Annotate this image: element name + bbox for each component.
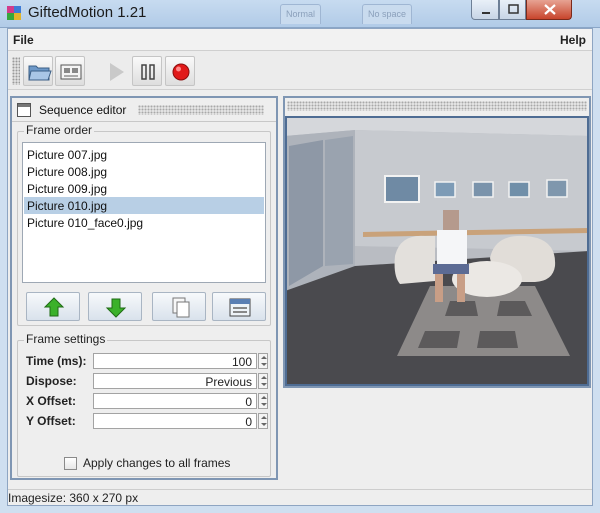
play-icon: [110, 63, 124, 81]
app-icon: [7, 6, 21, 20]
preview-panel: [283, 96, 591, 388]
dispose-input[interactable]: Previous: [93, 373, 257, 389]
frame-order-group: Frame order Picture 007.jpg Picture 008.…: [17, 123, 271, 326]
maximize-button[interactable]: [499, 0, 526, 20]
open-button[interactable]: [23, 56, 53, 86]
close-icon: [544, 4, 556, 15]
x-offset-label: X Offset:: [26, 394, 77, 408]
play-button[interactable]: [100, 56, 130, 86]
settings-icon: [60, 64, 82, 80]
move-up-icon: [43, 297, 65, 317]
group-title: Frame settings: [24, 332, 108, 346]
move-down-button[interactable]: [88, 292, 142, 321]
settings-button[interactable]: [55, 56, 85, 86]
panel-drag-grip[interactable]: [138, 105, 264, 115]
move-down-icon: [105, 298, 127, 318]
preview-drag-grip[interactable]: [287, 101, 587, 111]
menu-file[interactable]: File: [13, 33, 34, 47]
move-up-button[interactable]: [26, 292, 80, 321]
frame-list-item[interactable]: Picture 008.jpg: [24, 163, 264, 180]
panel-title: Sequence editor: [39, 103, 130, 117]
apply-all-label[interactable]: Apply changes to all frames: [83, 456, 230, 470]
time-input[interactable]: 100: [93, 353, 257, 369]
frame-preview-image: [285, 116, 589, 386]
pause-button[interactable]: [132, 56, 162, 86]
record-button[interactable]: [165, 56, 195, 86]
y-offset-input[interactable]: 0: [93, 413, 257, 429]
x-offset-spinner[interactable]: [258, 393, 268, 409]
y-offset-spinner[interactable]: [258, 413, 268, 429]
copy-icon: [172, 297, 190, 318]
frame-list-item-selected[interactable]: Picture 010.jpg: [24, 197, 264, 214]
frame-list[interactable]: Picture 007.jpg Picture 008.jpg Picture …: [22, 142, 266, 283]
app-window: File Help Sequence editor Frame order Pi…: [7, 28, 593, 506]
apply-all-checkbox[interactable]: [64, 457, 77, 470]
maximize-icon: [508, 4, 519, 14]
background-tab: No space: [362, 4, 413, 24]
toolbar: [8, 51, 592, 90]
open-folder-icon: [28, 65, 52, 81]
frame-list-item[interactable]: Picture 007.jpg: [24, 146, 264, 163]
menu-bar: File Help: [8, 29, 592, 51]
time-spinner[interactable]: [258, 353, 268, 369]
x-offset-input[interactable]: 0: [93, 393, 257, 409]
dispose-label: Dispose:: [26, 374, 77, 388]
minimize-button[interactable]: [471, 0, 499, 20]
frame-settings-group: Frame settings Time (ms): 100 Dispose: P…: [17, 332, 271, 477]
background-tab: Normal: [280, 4, 322, 24]
image-size-status: Imagesize: 360 x 270 px: [8, 491, 139, 505]
menu-help[interactable]: Help: [560, 33, 586, 47]
frame-list-item[interactable]: Picture 009.jpg: [24, 180, 264, 197]
toolbar-grip[interactable]: [12, 57, 20, 85]
background-windows: Normal No space: [280, 4, 460, 24]
frame-list-item[interactable]: Picture 010_face0.jpg: [24, 214, 264, 231]
group-title: Frame order: [24, 123, 95, 137]
title-bar: GiftedMotion 1.21 Normal No space: [0, 0, 600, 28]
window-title: GiftedMotion 1.21: [28, 4, 147, 21]
minimize-icon: [482, 12, 490, 14]
time-label: Time (ms):: [26, 354, 87, 368]
status-bar: Imagesize: 360 x 270 px: [8, 489, 592, 505]
record-icon: [172, 63, 190, 81]
sequence-editor-panel: Sequence editor Frame order Picture 007.…: [10, 96, 278, 480]
delete-frame-button[interactable]: [212, 292, 266, 321]
delete-icon: [229, 298, 251, 317]
close-button[interactable]: [526, 0, 572, 20]
y-offset-label: Y Offset:: [26, 414, 76, 428]
copy-frame-button[interactable]: [152, 292, 206, 321]
pause-icon: [141, 64, 155, 80]
dispose-spinner[interactable]: [258, 373, 268, 389]
window-icon: [17, 103, 31, 117]
panel-header[interactable]: Sequence editor: [12, 98, 276, 122]
